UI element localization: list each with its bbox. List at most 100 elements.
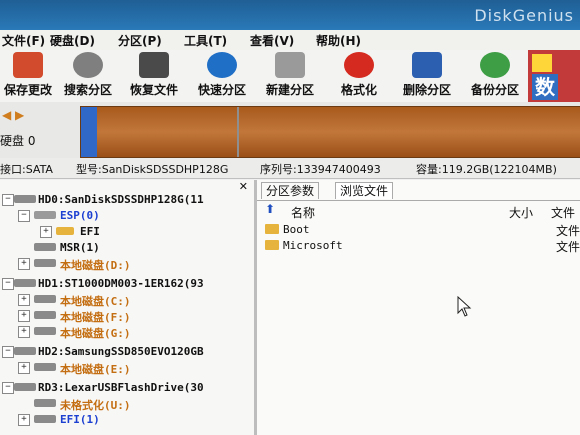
expand-icon[interactable]: +	[18, 362, 30, 374]
file-type: 文件	[555, 240, 580, 254]
delete-partition-label: 删除分区	[402, 83, 451, 97]
format-label: 格式化	[340, 83, 377, 97]
tree-node-label: 本地磁盘(G:)	[60, 327, 131, 340]
menu-disk[interactable]: 硬盘(D)	[50, 32, 95, 49]
menu-partition[interactable]: 分区(P)	[118, 32, 162, 49]
expand-icon[interactable]: +	[18, 310, 30, 322]
folder-icon	[265, 224, 279, 234]
collapse-icon[interactable]: −	[2, 194, 14, 206]
model-info: 型号:SanDiskSDSSDHP128G	[76, 163, 229, 176]
file-type: 文件	[555, 224, 580, 238]
search-partition-button[interactable]: 搜索分区	[58, 52, 118, 100]
expand-icon[interactable]: +	[18, 326, 30, 338]
menu-bar: 文件(F) 硬盘(D) 分区(P) 工具(T) 查看(V) 帮助(H)	[0, 30, 580, 51]
partition-map[interactable]	[80, 106, 580, 158]
file-name: Boot	[283, 223, 310, 236]
app-title: DiskGenius	[474, 6, 574, 25]
tree-node-label: 本地磁盘(D:)	[60, 259, 131, 272]
restore-icon	[139, 52, 169, 78]
logo-number-icon: 数	[532, 74, 558, 100]
new-partition-button[interactable]: 新建分区	[260, 52, 320, 100]
tab-bar: 分区参数 浏览文件	[257, 180, 580, 201]
tree-node-label: MSR(1)	[60, 241, 100, 254]
column-name[interactable]: 名称	[291, 204, 315, 221]
quick-partition-icon	[207, 52, 237, 78]
collapse-icon[interactable]: −	[2, 382, 14, 394]
partition-icon	[34, 259, 56, 267]
expand-icon[interactable]: +	[40, 226, 52, 238]
collapse-icon[interactable]: −	[18, 210, 30, 222]
save-label: 保存更改	[3, 83, 52, 97]
column-size[interactable]: 大小	[509, 204, 533, 221]
folder-icon	[56, 227, 74, 235]
menu-view[interactable]: 查看(V)	[250, 32, 294, 49]
tree-node-label: HD1:ST1000DM003-1ER162(93	[38, 277, 204, 290]
usb-drive-icon	[14, 383, 36, 391]
up-arrow-icon[interactable]: ⬆	[265, 202, 275, 216]
logo-tag-icon	[532, 54, 552, 72]
title-bar: DiskGenius	[0, 0, 580, 30]
partition-icon	[34, 311, 56, 319]
save-button[interactable]: 保存更改	[0, 52, 56, 100]
tree-node-label: EFI(1)	[60, 413, 100, 426]
file-name: Microsoft	[283, 239, 343, 252]
backup-partition-button[interactable]: 备份分区	[464, 52, 526, 100]
tree-node-label: HD2:SamsungSSD850EVO120GB	[38, 345, 204, 358]
tab-partition-params[interactable]: 分区参数	[261, 182, 320, 199]
tree-node-label: 本地磁盘(C:)	[60, 295, 131, 308]
expand-icon[interactable]: +	[18, 414, 30, 426]
collapse-icon[interactable]: −	[2, 278, 14, 290]
column-type[interactable]: 文件	[551, 204, 575, 221]
close-icon[interactable]: ✕	[239, 180, 248, 193]
format-button[interactable]: 格式化	[334, 52, 384, 100]
serial-info: 序列号:133947400493	[260, 163, 381, 176]
app-logo: 数	[528, 50, 580, 102]
capacity-info: 容量:119.2GB(122104MB)	[416, 163, 557, 176]
save-icon	[13, 52, 43, 78]
disk-icon	[14, 347, 36, 355]
format-icon	[344, 52, 374, 78]
partition-icon	[34, 415, 56, 423]
delete-partition-icon	[412, 52, 442, 78]
search-partition-label: 搜索分区	[63, 83, 112, 97]
partition-icon	[34, 399, 56, 407]
disk-label: 硬盘 0	[0, 134, 36, 148]
disk-icon	[14, 195, 36, 203]
interface-info: 接口:SATA	[0, 163, 53, 176]
file-browser-pane: 分区参数 浏览文件 ⬆ 名称 大小 文件 Boot 文件 Microsoft 文…	[257, 180, 580, 435]
mouse-pointer-icon	[457, 296, 472, 317]
expand-icon[interactable]: +	[18, 294, 30, 306]
collapse-icon[interactable]: −	[2, 346, 14, 358]
disk-nav-arrows[interactable]: ◀ ▶	[2, 108, 24, 122]
tree-node-label: 本地磁盘(F:)	[60, 311, 131, 324]
partition-segment-esp[interactable]	[81, 107, 97, 157]
disk-tree-pane: ✕ − HD0:SanDiskSDSSDHP128G(11 − ESP(0) +…	[0, 180, 257, 435]
partition-divider	[237, 107, 239, 157]
tree-node-label: ESP(0)	[60, 209, 100, 222]
partition-icon	[34, 211, 56, 219]
partition-icon	[34, 295, 56, 303]
file-row-microsoft[interactable]: Microsoft 文件	[265, 238, 580, 254]
disk-icon	[14, 279, 36, 287]
backup-partition-label: 备份分区	[470, 83, 519, 97]
tree-node-label: 未格式化(U:)	[60, 399, 131, 412]
tree-node-label: RD3:LexarUSBFlashDrive(30	[38, 381, 204, 394]
magnifier-icon	[73, 52, 103, 78]
restore-file-label: 恢复文件	[129, 83, 178, 97]
partition-icon	[34, 363, 56, 371]
partition-icon	[34, 327, 56, 335]
partition-icon	[34, 243, 56, 251]
quick-partition-button[interactable]: 快速分区	[192, 52, 252, 100]
restore-file-button[interactable]: 恢复文件	[124, 52, 184, 100]
menu-tools[interactable]: 工具(T)	[184, 32, 227, 49]
menu-help[interactable]: 帮助(H)	[316, 32, 361, 49]
disk-bar: ◀ ▶ 硬盘 0	[0, 102, 580, 158]
expand-icon[interactable]: +	[18, 258, 30, 270]
delete-partition-button[interactable]: 删除分区	[396, 52, 458, 100]
tree-node-label: EFI	[80, 225, 100, 238]
menu-file[interactable]: 文件(F)	[2, 32, 45, 49]
disk-info-bar: 接口:SATA 型号:SanDiskSDSSDHP128G 序列号:133947…	[0, 158, 580, 179]
tree-node-label: 本地磁盘(E:)	[60, 363, 131, 376]
tab-browse-files[interactable]: 浏览文件	[335, 182, 394, 199]
file-row-boot[interactable]: Boot 文件	[265, 222, 580, 238]
